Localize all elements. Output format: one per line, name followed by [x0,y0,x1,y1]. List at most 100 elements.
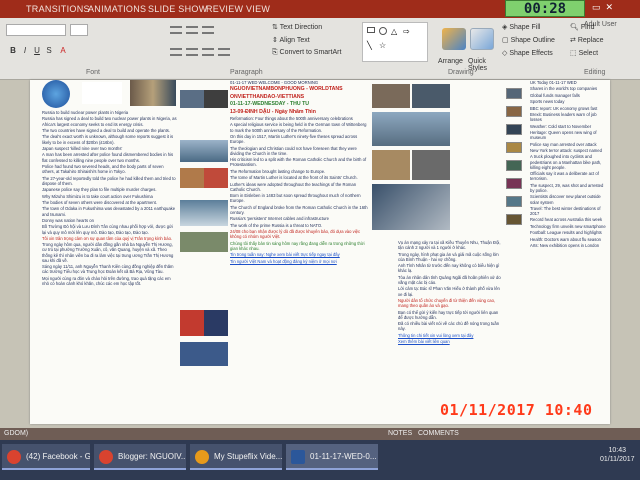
ribbon: Adult User B I U S A Font ⇅ Text Directi… [0,18,640,80]
header-photo [130,80,176,106]
slide-work-area: Russia to build nuclear power plants in … [0,80,640,428]
triangle-shape-icon[interactable]: △ [391,27,397,36]
paragraph: Shares in the world's top companies [530,86,598,92]
oval-shape-icon[interactable] [379,27,387,35]
window-controls[interactable]: ▭ ✕ [592,2,613,13]
news-photo [180,310,204,336]
taskbar-item-blogger[interactable]: Blogger: NGUOIV... [94,444,186,470]
underline-button[interactable]: U [32,46,42,56]
italic-button[interactable]: I [20,46,30,56]
taskbar-item-powerpoint-doc[interactable]: 01-11-17-WED-0... [286,444,378,470]
news-column-1[interactable]: Russia to build nuclear power plants in … [42,80,177,424]
star-shape-icon[interactable]: ☆ [379,41,386,50]
column-1-text: Russia to build nuclear power plants in … [42,110,177,286]
line-shape-icon[interactable]: ╲ [367,41,372,50]
strike-button[interactable]: S [44,46,54,56]
shape-effects-button[interactable]: ◇ Shape Effects [502,49,553,57]
paragraph: Russia's 'persistent' Internet cables an… [230,216,329,222]
align-left-icon[interactable] [170,48,182,56]
column-3-text: Vụ án mạng xảy ra tại xã Kiều Thuyên Nhu… [398,240,502,344]
align-text-button[interactable]: ⇕ Align Text [272,36,310,44]
arrange-label: Arrange [438,58,463,65]
paragraph: Arts: New exhibition opens in London [530,243,600,249]
indent-icon[interactable] [202,26,214,34]
paragraph: Police had found two severed heads, and … [42,163,164,175]
status-slide-info: GDOM) [4,430,29,437]
paragraph: The 27-year-old reportedly told the poli… [42,175,176,186]
numbering-icon[interactable] [186,26,198,34]
rectangle-shape-icon[interactable] [367,27,375,33]
align-center-icon[interactable] [186,48,198,56]
font-color-button[interactable]: A [58,46,68,56]
image-strip-1 [180,80,228,424]
chrome-icon [7,450,21,464]
bold-button[interactable]: B [8,46,18,56]
group-label-paragraph: Paragraph [230,69,263,76]
paragraph[interactable]: Tin trong tuần nay: Nghe xem bài viết tr… [230,252,370,257]
news-column-3[interactable]: Vụ án mạng xảy ra tại xã Kiều Thuyên Nhu… [398,240,502,424]
find-button[interactable]: 🔍︎ Find [570,23,594,31]
news-photo [372,184,450,230]
paragraph[interactable]: Tin người Việt Nam và hoạt động đảng kỷ … [230,259,370,264]
align-right-icon[interactable] [202,48,214,56]
font-name-box[interactable] [6,24,66,36]
chrome-icon [195,450,209,464]
shape-fill-button[interactable]: ◈ Shape Fill [502,23,540,31]
paragraph: Russia has signed a deal to build two nu… [42,116,177,127]
paragraph: The bodies of seven others were discover… [42,199,157,205]
paragraph: 13-09-ĐINH DẬU - Ngày Nhâm Thìn [230,108,316,115]
justify-icon[interactable] [218,48,230,56]
text-direction-button[interactable]: ⇅ Text Direction [272,23,322,31]
arrow-shape-icon[interactable]: ⇨ [403,27,410,36]
system-tray-clock[interactable]: 10:43 01/11/2017 [600,446,635,464]
tab-animations[interactable]: ANIMATIONS [88,4,146,14]
globe-logo-icon [42,80,70,108]
select-button[interactable]: ⬚ Select [570,49,598,57]
paragraph: Football: League results and highlights [530,230,602,236]
arrange-icon[interactable] [442,28,466,50]
bullets-icon[interactable] [170,26,182,34]
tray-date: 01/11/2017 [600,456,635,463]
status-bar: GDOM) NOTES COMMENTS [0,428,640,440]
taskbar-item-facebook[interactable]: (42) Facebook - G... [2,444,90,470]
paragraph[interactable]: Xem thêm bài viết liên quan [398,339,502,344]
group-label-drawing: Drawing [448,69,474,76]
news-column-4[interactable]: UK Today 01-11-17 WED Shares in the world… [530,80,608,424]
comments-button[interactable]: COMMENTS [418,430,459,437]
paragraph: NGUOIVIETNAMBONPHUONG - WORLDTANS [230,86,343,93]
paragraph: 01-11-17-WEDNESDAY - THU TU [230,101,309,108]
shapes-gallery[interactable]: △ ⇨ ╲ ☆ [362,22,428,62]
shape-outline-button[interactable]: ▢ Shape Outline [502,36,555,44]
replace-button[interactable]: ⇄ Replace [570,36,604,44]
slide-canvas[interactable]: Russia to build nuclear power plants in … [30,80,610,424]
paragraph: New York terror attack: suspect named [530,147,602,153]
taskbar-item-stupeflix[interactable]: My Stupeflix Vide... [190,444,282,470]
replace-label: Replace [577,37,604,44]
paragraph: The two countries have signed a deal to … [42,127,171,133]
paragraph: Sáng ngày 11/11, anh Nguyễn Thanh Kiên c… [42,264,174,275]
thumbnail [506,106,522,117]
paragraph: Luther's ideas were adopted throughout t… [230,181,357,192]
chrome-icon [99,450,113,464]
paragraph: Trong ngày hôm qua, người dân đồng gần n… [42,242,174,263]
paragraph: The deal's exact worth is unknown, altho… [42,134,174,145]
tab-view[interactable]: VIEW [246,4,270,14]
paragraph[interactable]: Thông tin chi tiết xin vui lòng xem tại … [398,333,502,338]
thumbnail [506,214,522,225]
tray-time: 10:43 [608,447,627,454]
column-1-header [42,80,177,110]
tab-review[interactable]: REVIEW [206,4,243,14]
quick-styles-icon[interactable] [470,28,494,50]
column-2-text: 01-11-17 WED WELCOME - GOOD MORNING NGUOI… [230,80,370,264]
tab-slide-show[interactable]: SLIDE SHOW [148,4,208,14]
news-column-2[interactable]: 01-11-17 WED WELCOME - GOOD MORNING NGUOI… [230,80,370,424]
notes-button[interactable]: NOTES [388,430,412,437]
convert-smartart-button[interactable]: ⎘ Convert to SmartArt [272,49,341,57]
tab-transitions[interactable]: TRANSITIONS [26,4,90,14]
thumbnail [506,160,522,171]
paragraph: Người dân tổ chức chuyến đi từ thiện đến… [398,297,496,309]
font-size-box[interactable] [70,24,88,36]
thumbnail [506,88,522,99]
group-label-editing: Editing [584,69,606,76]
paragraph: Japanese police say they plan to file mu… [42,187,157,193]
